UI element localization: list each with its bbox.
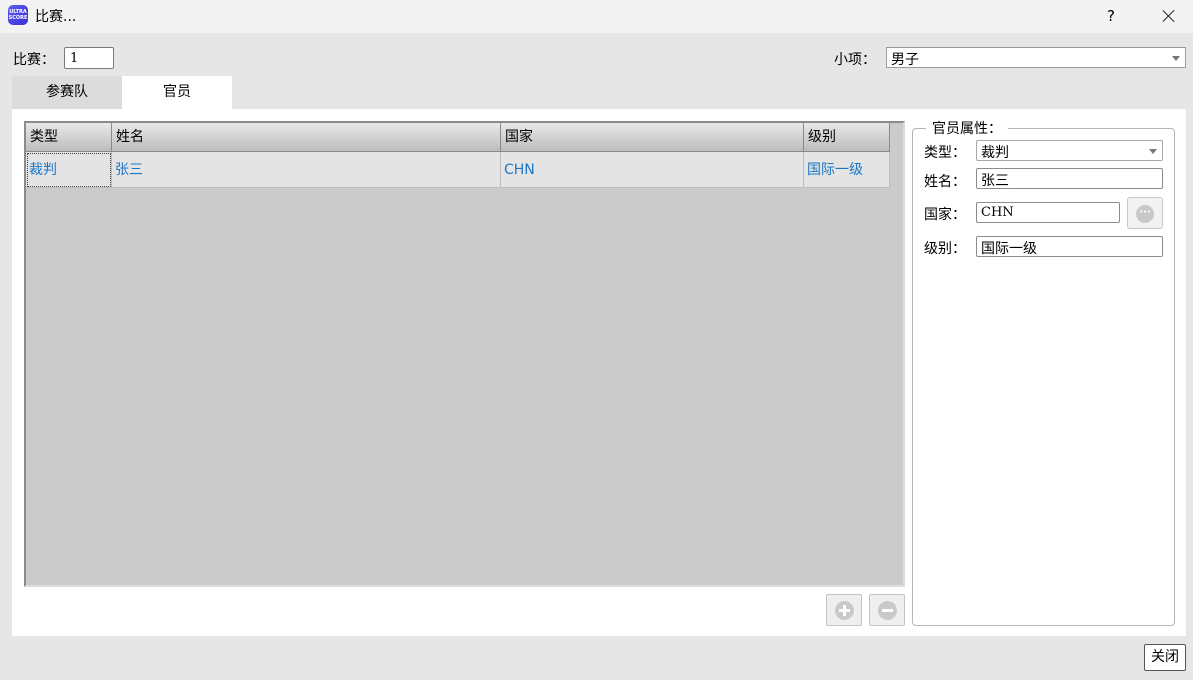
event-select-value: 男子 (891, 52, 919, 68)
app-icon: ULTRA SCORE (8, 5, 28, 25)
column-header-type[interactable]: 类型 (26, 123, 112, 152)
country-label: 国家： (924, 207, 966, 223)
type-select[interactable]: 裁判 (976, 140, 1163, 161)
chevron-down-icon (1172, 56, 1180, 61)
cell-country[interactable]: CHN (501, 152, 804, 188)
more-button[interactable]: ··· (1127, 197, 1163, 229)
title-bar: ULTRA SCORE 比赛... ? (0, 0, 1193, 33)
more-icon: ··· (1136, 205, 1154, 223)
cell-name[interactable]: 张三 (112, 152, 501, 188)
event-select[interactable]: 男子 (886, 47, 1186, 68)
column-header-name[interactable]: 姓名 (112, 123, 501, 152)
remove-icon (878, 601, 897, 620)
column-header-country[interactable]: 国家 (501, 123, 804, 152)
level-label: 级别： (924, 241, 966, 257)
column-header-level[interactable]: 级别 (804, 123, 890, 152)
window-title: 比赛... (35, 9, 77, 25)
cell-type[interactable]: 裁判 (26, 152, 112, 188)
tab-officials[interactable]: 官员 (122, 76, 232, 109)
match-label: 比赛： (13, 52, 55, 68)
add-button[interactable] (826, 594, 862, 626)
type-select-value: 裁判 (981, 145, 1009, 161)
grid-header: 类型 姓名 国家 级别 (26, 123, 890, 152)
add-icon (835, 601, 854, 620)
cell-level[interactable]: 国际一级 (804, 152, 890, 188)
event-label: 小项： (834, 52, 876, 68)
close-icon[interactable] (1158, 4, 1180, 28)
help-icon[interactable]: ? (1100, 4, 1122, 28)
table-row[interactable]: 裁判 张三 CHN 国际一级 (26, 152, 890, 188)
level-field[interactable]: 国际一级 (976, 236, 1163, 257)
close-button[interactable]: 关闭 (1144, 644, 1186, 671)
tab-teams[interactable]: 参赛队 (12, 76, 122, 109)
chevron-down-icon (1149, 149, 1157, 154)
officials-grid[interactable]: 类型 姓名 国家 级别 裁判 张三 CHN 国际一级 (24, 121, 905, 587)
match-input[interactable]: 1 (64, 47, 114, 69)
country-field[interactable]: CHN (976, 202, 1120, 223)
name-field[interactable]: 张三 (976, 168, 1163, 189)
remove-button[interactable] (869, 594, 905, 626)
official-properties-title: 官员属性： (926, 118, 1008, 138)
name-label: 姓名： (924, 174, 966, 190)
type-label: 类型： (924, 145, 966, 161)
